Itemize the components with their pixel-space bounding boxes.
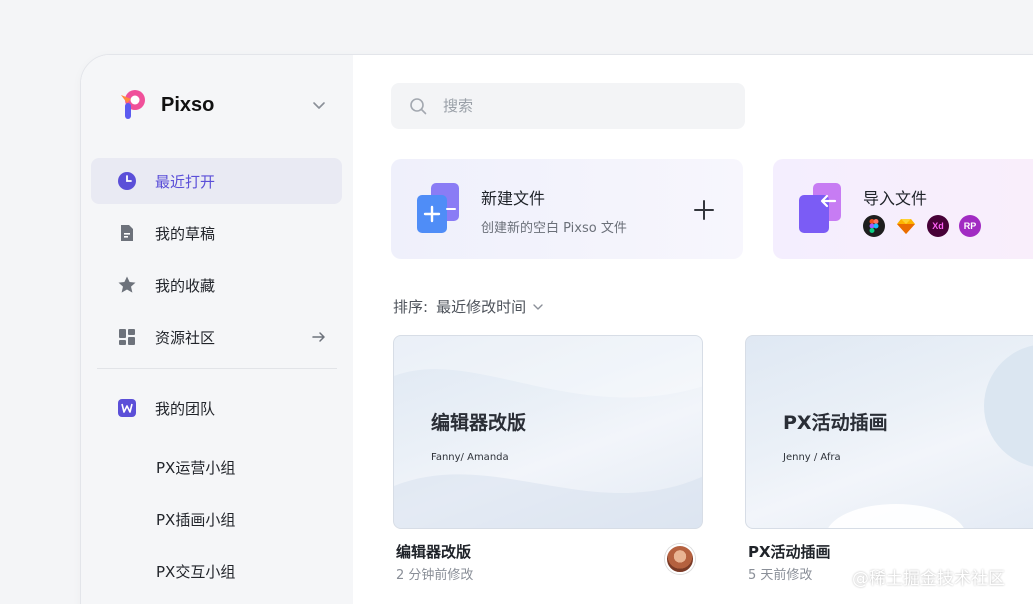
sidebar-item-label: 最近打开 <box>155 172 216 191</box>
star-icon <box>117 275 137 295</box>
grid-icon <box>117 327 137 347</box>
avatar <box>665 544 695 574</box>
sidebar-item-label: 我的草稿 <box>155 224 216 243</box>
team-group-item[interactable]: PX插画小组 <box>156 509 235 530</box>
new-file-icon <box>417 183 459 233</box>
sidebar-item-favorites[interactable]: 我的收藏 <box>91 262 342 308</box>
new-file-title: 新建文件 <box>481 189 546 208</box>
import-file-card[interactable]: 导入文件 Xd RP <box>773 159 1033 259</box>
team-icon <box>117 398 137 418</box>
import-file-title: 导入文件 <box>863 189 928 208</box>
sidebar-item-label: 我的团队 <box>155 399 216 418</box>
clock-icon <box>117 171 137 191</box>
sketch-icon <box>895 215 917 237</box>
plus-icon[interactable] <box>693 199 715 221</box>
file-modified-time: 5 天前修改 <box>748 568 813 583</box>
team-group-item[interactable]: PX交互小组 <box>156 561 235 582</box>
sidebar: Pixso 最近打开 我的草稿 我的收藏 资源社区 我的团队 PX运营小组 PX… <box>81 55 353 604</box>
new-file-subtitle: 创建新的空白 Pixso 文件 <box>481 221 627 236</box>
team-group-item[interactable]: PX运营小组 <box>156 457 235 478</box>
search-bar[interactable] <box>391 83 745 129</box>
sidebar-item-label: 资源社区 <box>155 328 216 347</box>
file-thumbnail[interactable]: 编辑器改版 Fanny/ Amanda <box>393 335 703 529</box>
xd-badge: Xd <box>927 215 949 237</box>
format-badges: Xd RP <box>863 215 981 237</box>
file-name[interactable]: PX活动插画 <box>748 541 831 562</box>
app-window: Pixso 最近打开 我的草稿 我的收藏 资源社区 我的团队 PX运营小组 PX… <box>80 54 1033 604</box>
file-modified-time: 2 分钟前修改 <box>396 568 474 583</box>
chevron-down-icon[interactable] <box>311 97 327 113</box>
sidebar-item-drafts[interactable]: 我的草稿 <box>91 210 342 256</box>
thumbnail-title: 编辑器改版 <box>431 412 527 434</box>
sidebar-divider <box>97 368 337 369</box>
thumbnail-title: PX活动插画 <box>783 412 888 434</box>
main-content: 新建文件 创建新的空白 Pixso 文件 导入文件 Xd RP <box>353 55 1033 604</box>
file-name[interactable]: 编辑器改版 <box>396 541 471 562</box>
watermark: @稀土掘金技术社区 <box>852 569 1005 589</box>
thumbnail-authors: Jenny / Afra <box>783 452 841 463</box>
chevron-down-icon <box>533 303 543 310</box>
sidebar-item-label: 我的收藏 <box>155 276 216 295</box>
brand[interactable]: Pixso <box>117 87 214 123</box>
thumbnail-authors: Fanny/ Amanda <box>431 452 509 463</box>
sidebar-item-team[interactable]: 我的团队 <box>91 385 342 431</box>
search-icon <box>410 98 427 115</box>
sort-value: 最近修改时间 <box>436 298 527 316</box>
search-input[interactable] <box>443 97 703 115</box>
draft-icon <box>117 223 137 243</box>
new-file-card[interactable]: 新建文件 创建新的空白 Pixso 文件 <box>391 159 743 259</box>
arrow-right-icon <box>312 332 325 342</box>
brand-name: Pixso <box>161 93 215 116</box>
figma-icon <box>863 215 885 237</box>
sort-label: 排序: <box>393 298 429 316</box>
pixso-logo-icon <box>121 90 145 119</box>
file-thumbnail[interactable]: PX活动插画 Jenny / Afra <box>745 335 1033 529</box>
rp-badge: RP <box>959 215 981 237</box>
import-file-icon <box>799 183 841 233</box>
sidebar-item-recent[interactable]: 最近打开 <box>91 158 342 204</box>
sidebar-item-community[interactable]: 资源社区 <box>91 314 342 360</box>
sort-control[interactable]: 排序: 最近修改时间 <box>393 296 544 317</box>
